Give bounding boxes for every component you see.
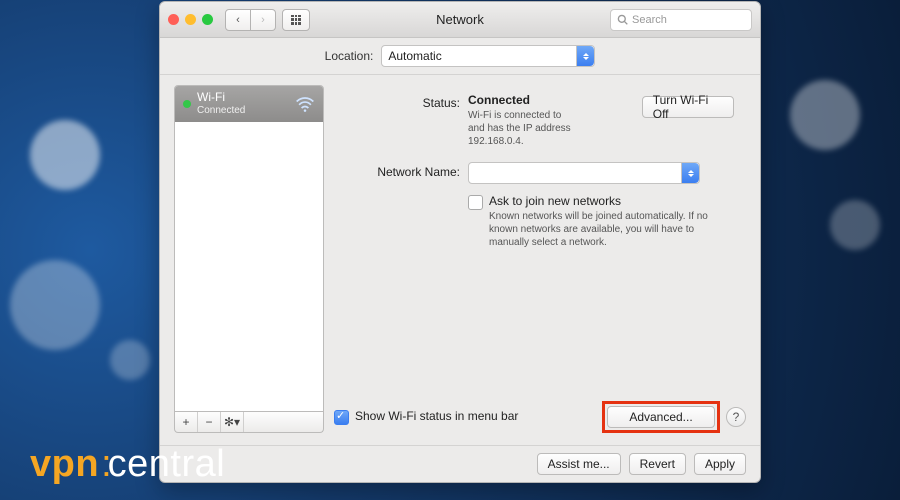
window-titlebar: ‹ › Network Search bbox=[160, 2, 760, 38]
location-label: Location: bbox=[325, 49, 374, 63]
search-icon bbox=[617, 14, 628, 25]
network-name-label: Network Name: bbox=[338, 162, 468, 249]
chevron-updown-icon bbox=[576, 46, 594, 66]
assist-me-button[interactable]: Assist me... bbox=[537, 453, 621, 475]
zoom-button[interactable] bbox=[202, 14, 213, 25]
service-list: Wi-Fi Connected bbox=[174, 85, 324, 412]
location-value: Automatic bbox=[388, 49, 441, 63]
ask-join-checkbox[interactable] bbox=[468, 195, 483, 210]
help-button[interactable]: ? bbox=[726, 407, 746, 427]
status-value: Connected bbox=[468, 93, 622, 107]
search-input[interactable]: Search bbox=[610, 9, 752, 31]
main-panel: Status: Connected Wi-Fi is connected to … bbox=[334, 85, 746, 433]
advanced-highlight: Advanced... bbox=[602, 401, 720, 433]
ask-join-detail: Known networks will be joined automatica… bbox=[489, 210, 719, 249]
show-menubar-checkbox[interactable] bbox=[334, 410, 349, 425]
panel-bottom-bar: Show Wi-Fi status in menu bar Advanced..… bbox=[334, 397, 746, 433]
back-button[interactable]: ‹ bbox=[225, 9, 251, 31]
location-select[interactable]: Automatic bbox=[381, 45, 595, 67]
wifi-icon bbox=[295, 96, 315, 112]
advanced-button[interactable]: Advanced... bbox=[607, 406, 715, 428]
service-status: Connected bbox=[197, 104, 245, 117]
service-action-button[interactable]: ✻▾ bbox=[221, 412, 244, 432]
show-menubar-label: Show Wi-Fi status in menu bar bbox=[355, 409, 518, 423]
service-sidebar: Wi-Fi Connected + − ✻▾ bbox=[174, 85, 324, 433]
grid-icon bbox=[291, 15, 301, 25]
revert-button[interactable]: Revert bbox=[629, 453, 686, 475]
service-name: Wi-Fi bbox=[197, 91, 245, 104]
service-toolbar: + − ✻▾ bbox=[174, 412, 324, 433]
network-preferences-window: ‹ › Network Search Location: Automatic W… bbox=[159, 1, 761, 483]
show-all-button[interactable] bbox=[282, 9, 310, 31]
forward-button[interactable]: › bbox=[251, 9, 276, 31]
search-placeholder: Search bbox=[632, 14, 667, 26]
turn-wifi-off-button[interactable]: Turn Wi-Fi Off bbox=[642, 96, 734, 118]
network-name-select[interactable] bbox=[468, 162, 700, 184]
add-service-button[interactable]: + bbox=[175, 412, 198, 432]
remove-service-button[interactable]: − bbox=[198, 412, 221, 432]
traffic-lights bbox=[168, 14, 213, 25]
close-button[interactable] bbox=[168, 14, 179, 25]
location-row: Location: Automatic bbox=[160, 38, 760, 75]
minimize-button[interactable] bbox=[185, 14, 196, 25]
window-footer: Assist me... Revert Apply bbox=[160, 445, 760, 482]
vpncentral-watermark: vpn:central bbox=[30, 443, 225, 486]
chevron-updown-icon bbox=[681, 163, 699, 183]
service-item-wifi[interactable]: Wi-Fi Connected bbox=[175, 86, 323, 122]
ask-join-label: Ask to join new networks bbox=[489, 194, 719, 208]
status-dot-icon bbox=[183, 100, 191, 108]
status-label: Status: bbox=[338, 93, 468, 148]
status-detail: Wi-Fi is connected to and has the IP add… bbox=[468, 109, 622, 148]
apply-button[interactable]: Apply bbox=[694, 453, 746, 475]
